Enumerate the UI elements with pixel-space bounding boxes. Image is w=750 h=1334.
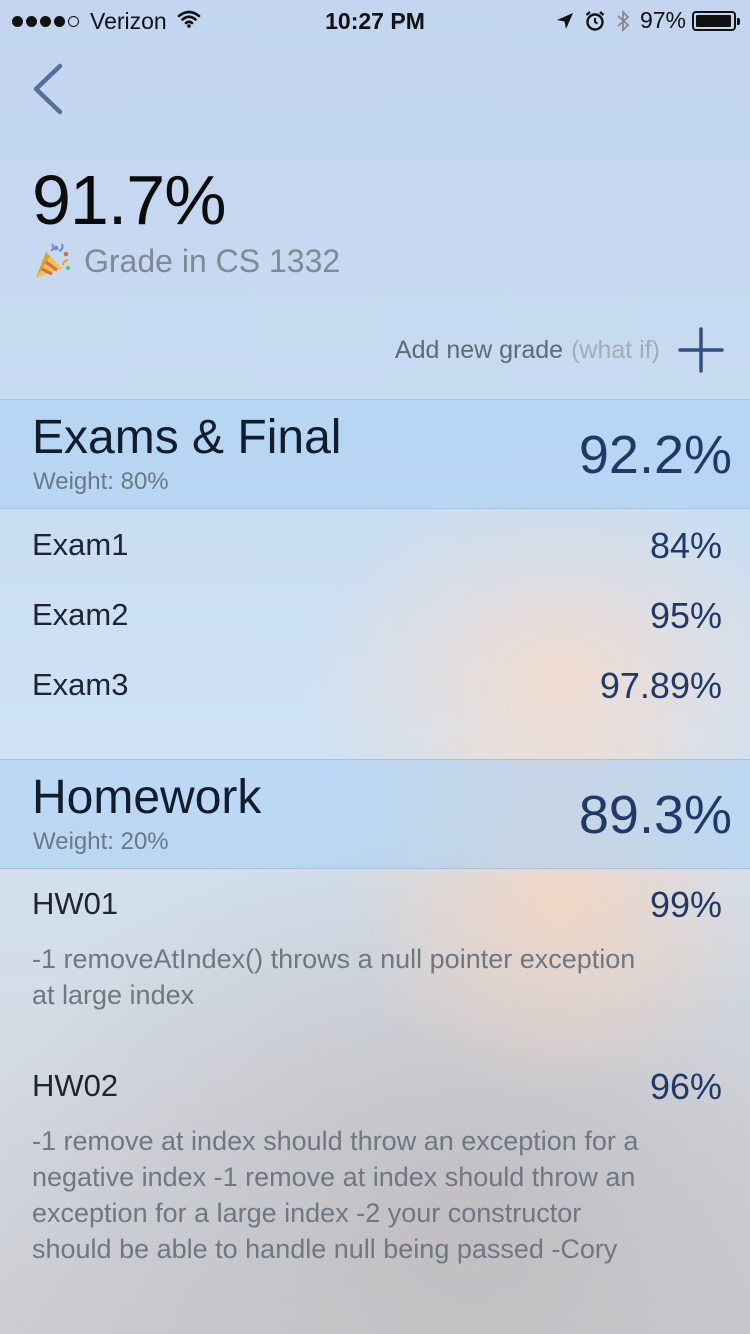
item-grade: 99% xyxy=(649,884,722,925)
item-grade: 95% xyxy=(649,595,722,636)
chevron-left-icon xyxy=(33,63,63,115)
item-comment: -1 remove at index should throw an excep… xyxy=(32,1126,639,1264)
bluetooth-icon xyxy=(616,9,630,32)
category-header-exams[interactable]: Exams & Final Weight: 80% 92.2% xyxy=(0,399,750,509)
item-comment: -1 removeAtIndex() throws a null pointer… xyxy=(32,944,636,1010)
item-name: Exam3 xyxy=(32,667,129,702)
item-name: Exam1 xyxy=(32,527,129,562)
add-grade-hint: (what if) xyxy=(571,335,660,364)
battery-icon xyxy=(692,10,740,31)
item-name: HW01 xyxy=(32,886,119,921)
grade-item-exam1[interactable]: Exam1 84% xyxy=(0,525,750,567)
add-grade-label: Add new grade xyxy=(394,335,564,364)
item-grade: 84% xyxy=(649,525,722,566)
item-name: Exam2 xyxy=(32,597,129,632)
location-icon xyxy=(556,11,574,31)
overall-grade: 91.7% xyxy=(32,161,226,239)
category-name: Homework xyxy=(32,771,262,824)
add-new-grade-button[interactable]: Add new grade (what if) xyxy=(395,322,724,378)
course-grade-label: Grade in CS 1332 xyxy=(84,242,341,279)
category-weight: Weight: 80% xyxy=(33,468,169,495)
alarm-icon xyxy=(584,10,606,32)
grade-item-exam2[interactable]: Exam2 95% xyxy=(0,595,750,637)
grade-item-hw01[interactable]: HW01 99% -1 removeAtIndex() throws a nul… xyxy=(0,884,750,1016)
category-weight: Weight: 20% xyxy=(33,828,169,855)
party-popper-icon xyxy=(36,243,70,278)
item-grade: 96% xyxy=(649,1066,722,1107)
category-name: Exams & Final xyxy=(32,411,342,464)
back-button[interactable] xyxy=(22,58,78,120)
grade-item-exam3[interactable]: Exam3 97.89% xyxy=(0,665,750,707)
grade-item-hw02[interactable]: HW02 96% -1 remove at index should throw… xyxy=(0,1066,750,1308)
item-name: HW02 xyxy=(32,1068,119,1103)
category-grade: 92.2% xyxy=(578,425,732,485)
category-header-homework[interactable]: Homework Weight: 20% 89.3% xyxy=(0,759,750,869)
status-right: 97% xyxy=(546,7,740,34)
status-bar: Verizon 10:27 PM 97% xyxy=(0,0,750,40)
category-grade: 89.3% xyxy=(578,785,732,845)
plus-icon xyxy=(678,327,724,373)
item-grade: 97.89% xyxy=(599,665,722,706)
grade-label-row: Grade in CS 1332 xyxy=(32,240,340,282)
battery-percent: 97% xyxy=(639,7,686,33)
